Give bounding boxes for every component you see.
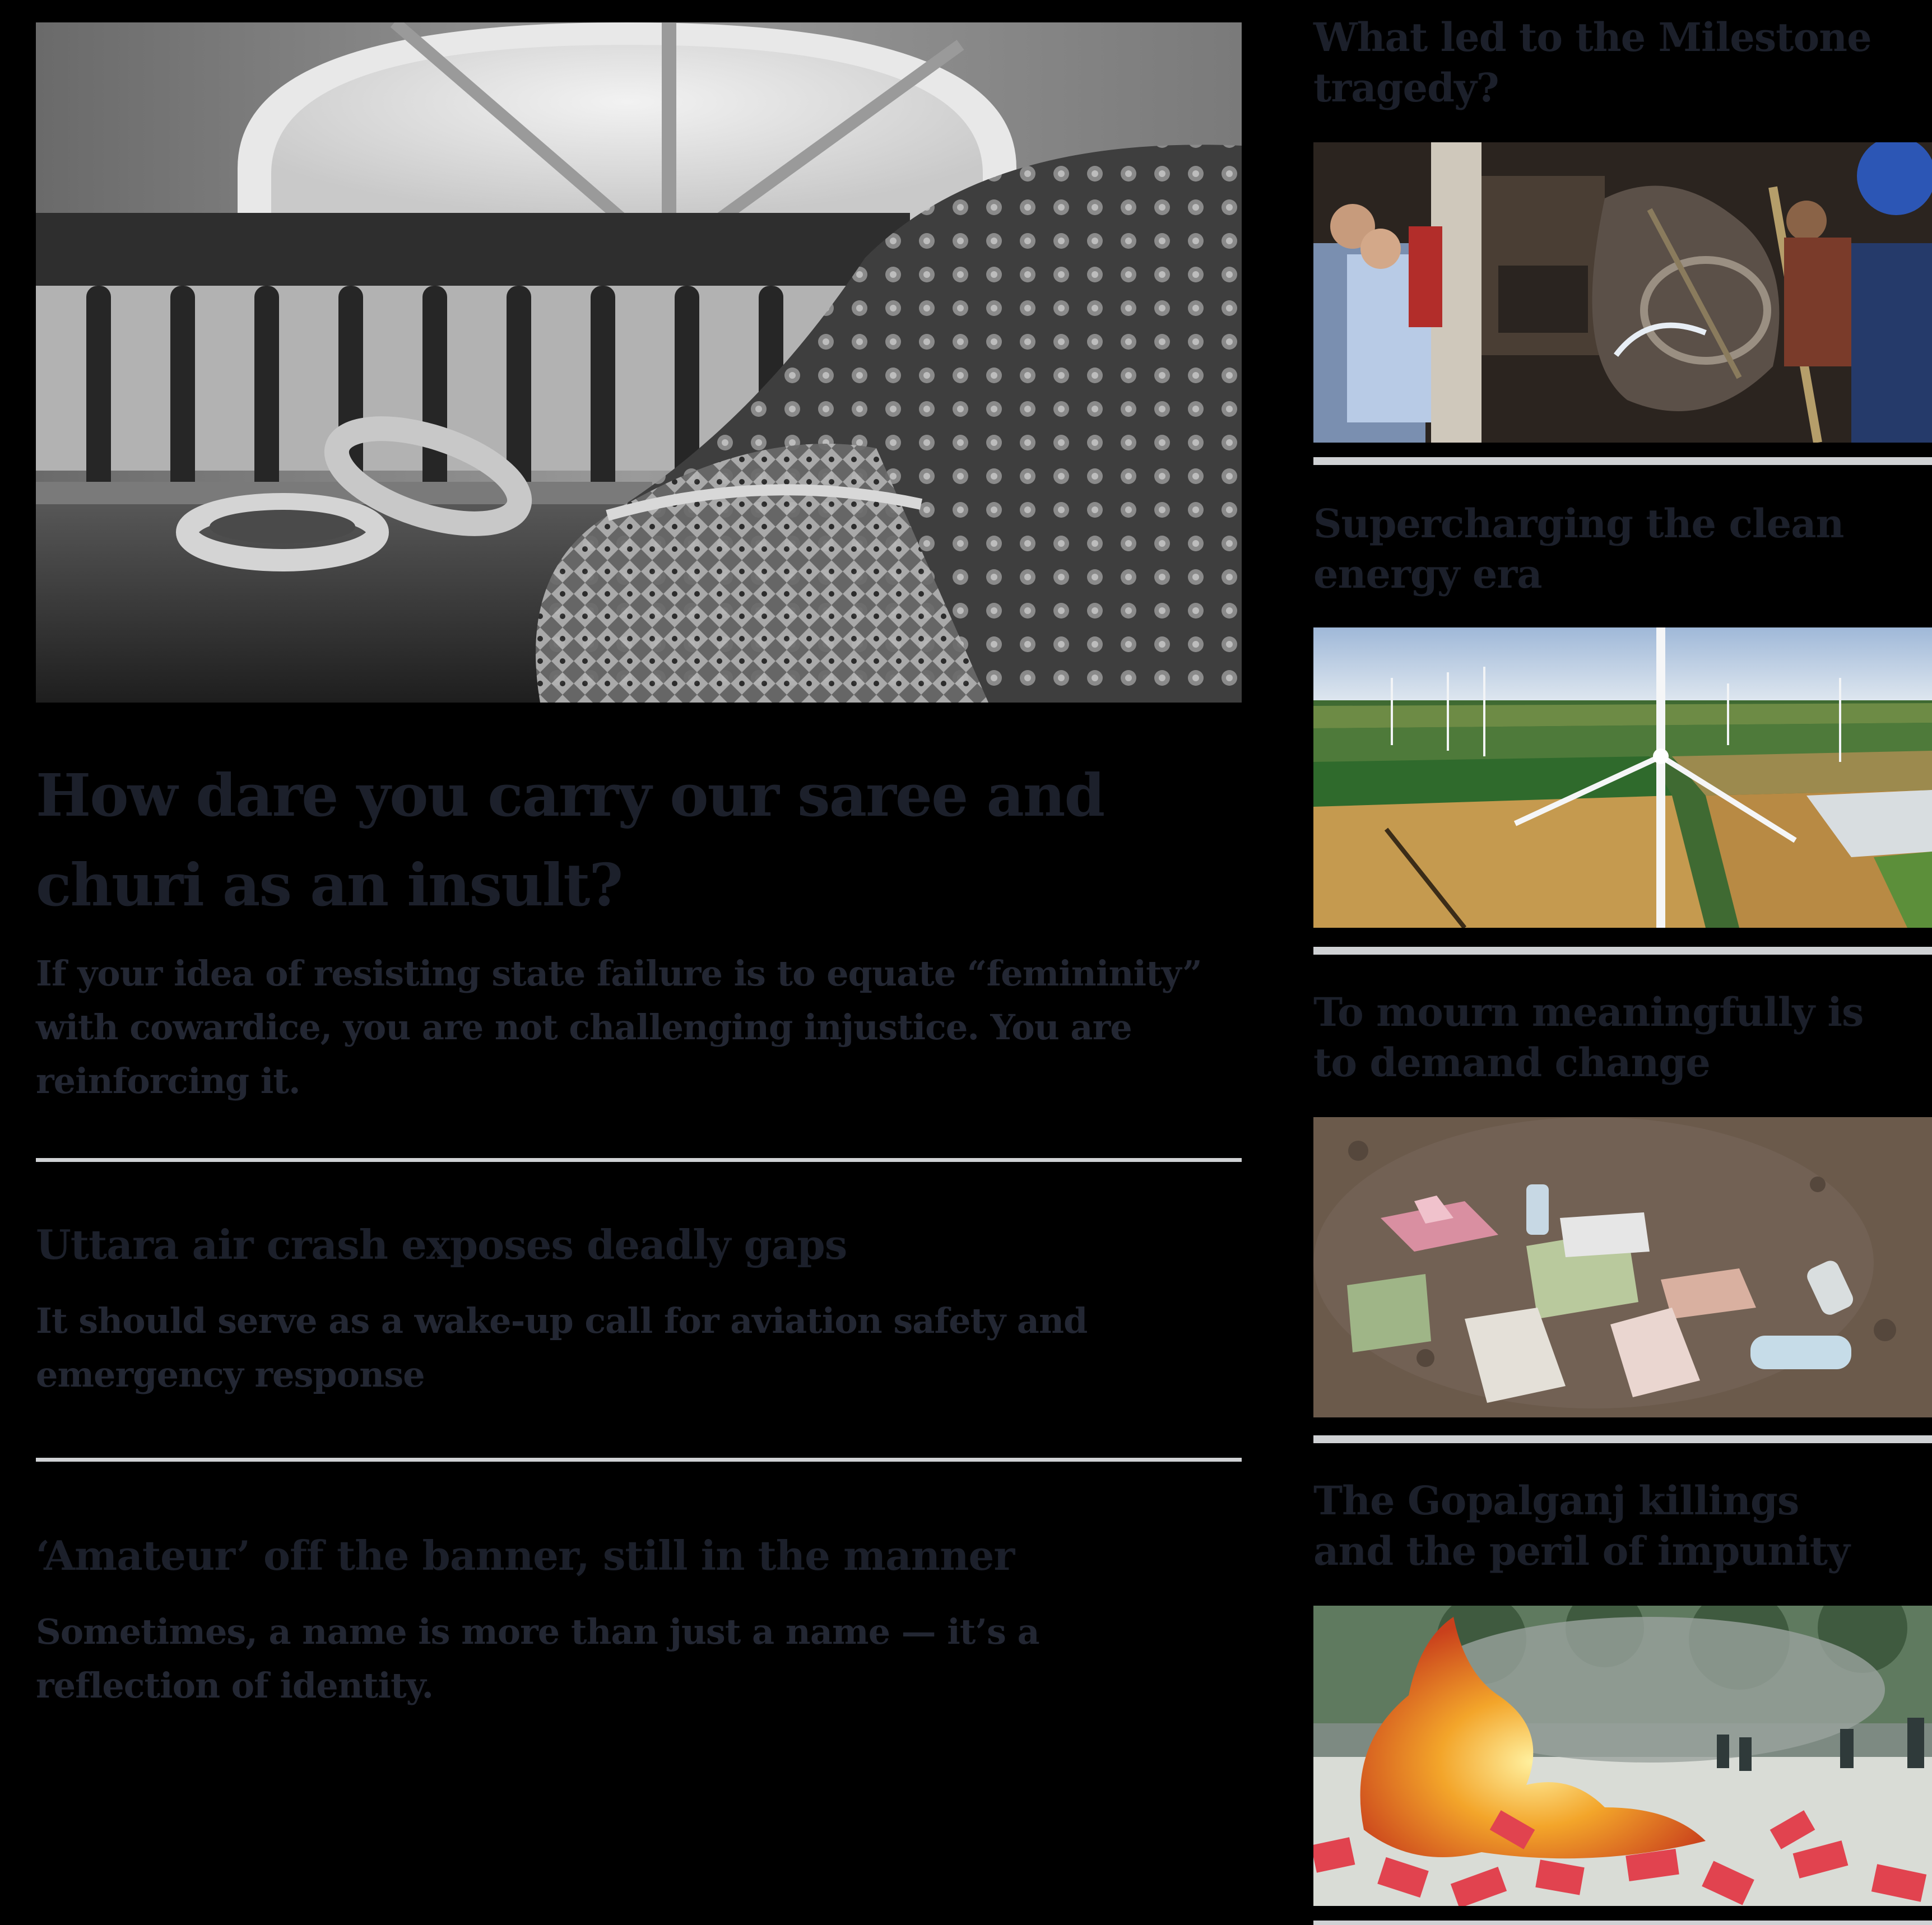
divider bbox=[36, 1158, 1242, 1162]
lead-story-title[interactable]: How dare you carry our saree and churi a… bbox=[36, 751, 1213, 930]
lead-story-summary: If your idea of resisting state failure … bbox=[36, 953, 1202, 1101]
story-title[interactable]: Uttara air crash exposes deadly gaps bbox=[36, 1217, 1213, 1273]
sidebar-story-image[interactable] bbox=[1313, 1606, 1932, 1906]
street-fire-photo bbox=[1313, 1606, 1932, 1906]
saree-bangles-photo bbox=[36, 22, 1242, 703]
sidebar-story-image[interactable] bbox=[1313, 1117, 1932, 1417]
story-summary: It should serve as a wake-up call for av… bbox=[36, 1300, 1088, 1395]
story-summary: Sometimes, a name is more than just a na… bbox=[36, 1611, 1040, 1706]
sidebar-story-title[interactable]: The Gopalganj killings and the peril of … bbox=[1313, 1476, 1874, 1577]
divider bbox=[1313, 1921, 1932, 1925]
story-title[interactable]: ‘Amateur’ off the banner, still in the m… bbox=[36, 1528, 1213, 1584]
crash-site-photo bbox=[1313, 142, 1932, 443]
sidebar-story-image[interactable] bbox=[1313, 142, 1932, 443]
sidebar-story-title[interactable]: Supercharging the clean energy era bbox=[1313, 499, 1874, 599]
sidebar-story-title[interactable]: What led to the Milestone tragedy? bbox=[1313, 12, 1874, 113]
divider bbox=[1313, 457, 1932, 465]
debris-ground-photo bbox=[1313, 1117, 1932, 1417]
sidebar-story-title[interactable]: To mourn meaningfully is to demand chang… bbox=[1313, 987, 1874, 1088]
divider bbox=[36, 1458, 1242, 1462]
divider bbox=[1313, 1435, 1932, 1443]
wind-turbine-photo bbox=[1313, 627, 1932, 928]
sidebar-story-image[interactable] bbox=[1313, 627, 1932, 928]
divider bbox=[1313, 947, 1932, 955]
lead-story-image[interactable] bbox=[36, 22, 1242, 703]
